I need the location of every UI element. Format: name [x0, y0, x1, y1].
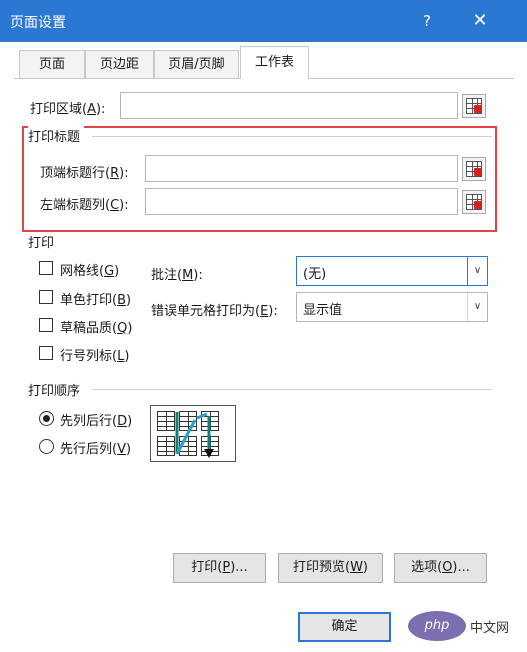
- print-button[interactable]: 打印(P)...: [173, 553, 266, 583]
- group-divider: [92, 136, 492, 137]
- comments-value: (无): [303, 267, 327, 282]
- left-cols-input[interactable]: [145, 188, 458, 215]
- draft-quality-label[interactable]: 草稿品质(Q): [60, 317, 132, 336]
- comments-label: 批注(M):: [151, 268, 203, 283]
- row-col-headings-checkbox[interactable]: [39, 346, 53, 360]
- gridlines-checkbox[interactable]: [39, 261, 53, 275]
- tab-margins[interactable]: 页边距: [85, 50, 154, 78]
- left-cols-picker-button[interactable]: [462, 190, 486, 214]
- black-white-checkbox[interactable]: [39, 290, 53, 304]
- page-order-preview-icon: [150, 405, 236, 462]
- chevron-down-icon: ∨: [467, 293, 487, 321]
- php-logo: php: [408, 611, 466, 641]
- dialog-title: 页面设置: [10, 15, 66, 31]
- print-area-label: 打印区域(A):: [30, 102, 106, 117]
- order-arrow-icon: [175, 412, 214, 458]
- group-divider: [92, 389, 492, 390]
- cell-errors-value: 显示值: [303, 303, 343, 318]
- draft-quality-checkbox[interactable]: [39, 318, 53, 332]
- down-then-over-label[interactable]: 先列后行(D): [60, 410, 132, 429]
- cell-errors-select[interactable]: 显示值 ∨: [296, 292, 488, 322]
- tab-header-footer[interactable]: 页眉/页脚: [154, 50, 239, 78]
- tab-page[interactable]: 页面: [19, 50, 85, 78]
- print-area-input[interactable]: [120, 92, 458, 119]
- over-then-down-label[interactable]: 先行后列(V): [60, 438, 131, 457]
- print-titles-heading: 打印标题: [28, 126, 85, 145]
- ok-button[interactable]: 确定: [298, 612, 391, 642]
- gridlines-label[interactable]: 网格线(G): [60, 260, 119, 279]
- print-preview-button[interactable]: 打印预览(W): [278, 553, 383, 583]
- down-then-over-radio[interactable]: [39, 411, 54, 426]
- left-cols-label: 左端标题列(C):: [40, 198, 129, 213]
- page-order-heading: 打印顺序: [28, 380, 85, 399]
- titlebar: 页面设置 ? ✕: [0, 0, 527, 42]
- row-col-headings-label[interactable]: 行号列标(L): [60, 345, 129, 364]
- watermark-site-name: 中文网: [470, 621, 510, 636]
- chevron-down-icon: ∨: [467, 257, 487, 285]
- print-heading: 打印: [28, 236, 55, 251]
- top-rows-label: 顶端标题行(R):: [40, 166, 129, 181]
- over-then-down-radio[interactable]: [39, 439, 54, 454]
- help-button[interactable]: ?: [415, 9, 439, 33]
- cell-errors-label: 错误单元格打印为(E):: [151, 304, 278, 319]
- options-button[interactable]: 选项(O)...: [394, 553, 487, 583]
- comments-select[interactable]: (无) ∨: [296, 256, 488, 286]
- black-white-label[interactable]: 单色打印(B): [60, 289, 131, 308]
- close-button[interactable]: ✕: [468, 9, 492, 33]
- print-area-picker-button[interactable]: [462, 94, 486, 118]
- top-rows-picker-button[interactable]: [462, 157, 486, 181]
- top-rows-input[interactable]: [145, 155, 458, 182]
- watermark: php 中文网: [400, 601, 527, 652]
- tab-sheet[interactable]: 工作表: [240, 46, 309, 79]
